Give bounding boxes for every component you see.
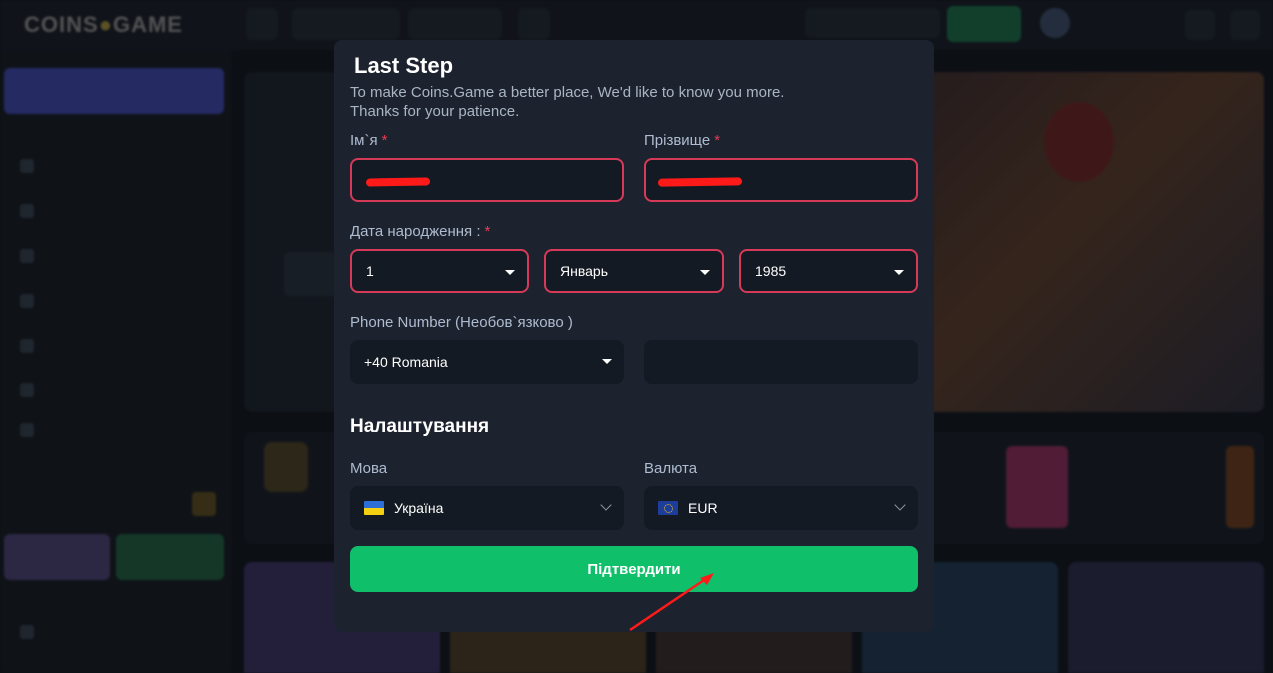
language-select[interactable]: Україна [350, 486, 624, 530]
currency-value: EUR [688, 500, 718, 516]
language-label: Мова [350, 460, 388, 477]
settings-heading: Налаштування [350, 416, 490, 437]
birth-month-value: Январь [560, 263, 608, 279]
modal-subtitle-line2: Thanks for your patience. [350, 103, 520, 120]
currency-label: Валюта [644, 460, 698, 477]
dropdown-caret-icon [602, 359, 612, 364]
phone-country-value: +40 Romania [364, 354, 448, 370]
birth-date-label-text: Дата народження : [350, 223, 481, 240]
ukraine-flag-icon [364, 501, 384, 515]
required-mark: * [381, 132, 388, 149]
first-name-label: Ім`я * [350, 132, 387, 149]
chevron-down-icon [894, 499, 906, 511]
required-mark: * [714, 132, 721, 149]
birth-day-select[interactable]: 1 [350, 249, 529, 293]
eu-flag-icon [658, 501, 678, 515]
last-name-label: Прізвище * [644, 132, 720, 149]
birth-date-label: Дата народження : * [350, 223, 490, 240]
phone-number-input[interactable] [644, 340, 918, 384]
first-name-label-text: Ім`я [350, 132, 378, 149]
dropdown-caret-icon [700, 270, 710, 275]
currency-select[interactable]: EUR [644, 486, 918, 530]
required-mark: * [484, 223, 491, 240]
dropdown-caret-icon [505, 270, 515, 275]
modal-subtitle: To make Coins.Game a better place, We'd … [350, 83, 784, 121]
birth-day-value: 1 [366, 263, 374, 279]
last-name-input[interactable] [644, 158, 918, 202]
dropdown-caret-icon [894, 270, 904, 275]
language-value: Україна [394, 500, 444, 516]
modal-title: Last Step [354, 53, 454, 78]
birth-year-select[interactable]: 1985 [739, 249, 918, 293]
first-name-input[interactable] [350, 158, 624, 202]
confirm-button[interactable]: Підтвердити [350, 546, 918, 592]
birth-month-select[interactable]: Январь [544, 249, 724, 293]
last-step-modal: Last Step To make Coins.Game a better pl… [334, 40, 934, 632]
chevron-down-icon [600, 499, 612, 511]
redaction-scribble [365, 177, 431, 187]
phone-label: Phone Number (Необов`язково ) [350, 314, 573, 331]
redaction-scribble [657, 177, 743, 187]
birth-year-value: 1985 [755, 263, 787, 279]
modal-subtitle-line1: To make Coins.Game a better place, We'd … [350, 84, 785, 101]
phone-country-select[interactable]: +40 Romania [350, 340, 624, 384]
last-name-label-text: Прізвище [644, 132, 711, 149]
